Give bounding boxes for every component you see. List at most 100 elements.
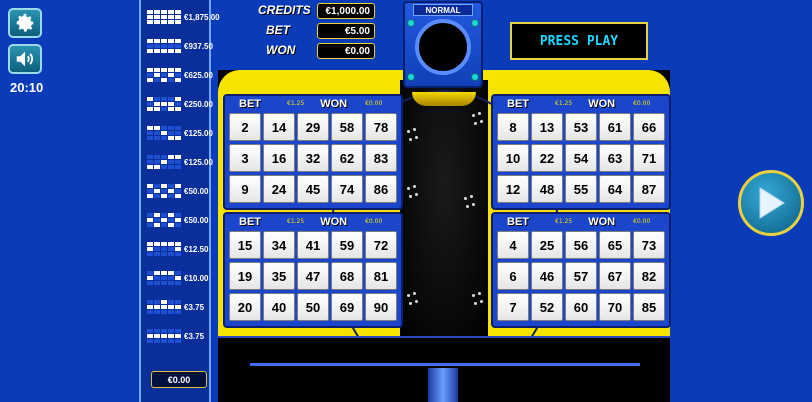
card-number-grid: 8 13 53 61 66 10 22 54 63 71 12 48 55 64 87 xyxy=(497,113,665,203)
peg-marks xyxy=(470,292,490,320)
peg-marks xyxy=(405,128,425,156)
credits-value: €1,000.00 xyxy=(317,3,375,19)
paytable-row: €3.75 xyxy=(147,328,211,344)
ball-window xyxy=(415,19,471,75)
pattern-grid xyxy=(147,242,181,256)
credits-label: CREDITS xyxy=(258,3,311,17)
paytable-total: €0.00 xyxy=(151,371,207,388)
card-header: BET €1.25 WON €0.00 xyxy=(225,96,401,111)
paytable-row: €10.00 xyxy=(147,270,211,286)
card-number-grid: 4 25 56 65 73 6 46 57 67 82 7 52 60 70 85 xyxy=(497,231,665,321)
card-number: 22 xyxy=(531,144,563,172)
bingo-card-2[interactable]: BET €1.25 WON €0.00 8 13 53 61 66 10 22 54 63 71 12 48 5… xyxy=(491,94,671,210)
bingo-card-4[interactable]: BET €1.25 WON €0.00 4 25 56 65 73 6 46 57 67 82 7 52 60 7… xyxy=(491,212,671,328)
card-number: 56 xyxy=(565,231,597,259)
bingo-card-1[interactable]: BET €1.25 WON €0.00 2 14 29 58 78 3 16 32 62 83 9 24 45 7… xyxy=(223,94,403,210)
pattern-grid xyxy=(147,10,181,24)
card-header: BET €1.25 WON €0.00 xyxy=(493,96,669,111)
card-number: 48 xyxy=(531,175,563,203)
card-bet-value: €1.25 xyxy=(555,100,573,107)
card-number: 69 xyxy=(331,293,363,321)
card-number: 13 xyxy=(531,113,563,141)
card-number: 59 xyxy=(331,231,363,259)
card-number: 71 xyxy=(633,144,665,172)
paytable-row: €12.50 xyxy=(147,241,211,257)
peg-marks xyxy=(462,195,482,223)
card-number: 45 xyxy=(297,175,329,203)
card-number: 10 xyxy=(497,144,529,172)
card-number: 90 xyxy=(365,293,397,321)
card-number: 14 xyxy=(263,113,295,141)
sound-button[interactable] xyxy=(8,44,42,74)
card-number: 72 xyxy=(365,231,397,259)
card-number: 2 xyxy=(229,113,261,141)
card-number: 25 xyxy=(531,231,563,259)
card-bet-label: BET xyxy=(239,97,261,110)
speaker-icon xyxy=(16,51,34,67)
card-number: 70 xyxy=(599,293,631,321)
payout-value: €50.00 xyxy=(184,186,209,196)
card-number: 52 xyxy=(531,293,563,321)
play-button[interactable] xyxy=(738,170,804,236)
pattern-grid xyxy=(147,300,181,314)
card-number: 57 xyxy=(565,262,597,290)
card-bet-value: €1.25 xyxy=(555,218,573,225)
press-play-message: PRESS PLAY xyxy=(510,22,648,60)
settings-button[interactable] xyxy=(8,8,42,38)
base-bar xyxy=(250,363,640,366)
paytable-row: €625.00 xyxy=(147,67,213,83)
bet-label: BET xyxy=(266,23,290,37)
card-number: 4 xyxy=(497,231,529,259)
paytable: €1,875.00 €937.50 €625.00 €250.00 €125.00 €12… xyxy=(139,0,220,402)
mode-label[interactable]: NORMAL xyxy=(413,4,473,16)
won-label: WON xyxy=(266,43,296,57)
card-number: 74 xyxy=(331,175,363,203)
card-bet-label: BET xyxy=(507,97,529,110)
hopper-light xyxy=(471,73,479,81)
card-number-grid: 15 34 41 59 72 19 35 47 68 81 20 40 50 69 90 xyxy=(229,231,397,321)
paytable-row: €50.00 xyxy=(147,183,211,199)
play-icon xyxy=(759,187,785,219)
card-number: 61 xyxy=(599,113,631,141)
card-number: 64 xyxy=(599,175,631,203)
card-number: 66 xyxy=(633,113,665,141)
card-number: 41 xyxy=(297,231,329,259)
pattern-grid xyxy=(147,271,181,285)
bingo-card-3[interactable]: BET €1.25 WON €0.00 15 34 41 59 72 19 35 47 68 81 20 40… xyxy=(223,212,403,328)
card-number: 83 xyxy=(365,144,397,172)
card-number: 86 xyxy=(365,175,397,203)
card-number: 87 xyxy=(633,175,665,203)
card-bet-value: €1.25 xyxy=(287,100,305,107)
card-number: 35 xyxy=(263,262,295,290)
card-number: 65 xyxy=(599,231,631,259)
card-won-label: WON xyxy=(588,215,616,228)
payout-value: €12.50 xyxy=(184,244,209,254)
payout-value: €125.00 xyxy=(184,157,213,167)
card-number: 46 xyxy=(531,262,563,290)
paytable-row: €1,875.00 xyxy=(147,9,220,25)
card-number: 58 xyxy=(331,113,363,141)
payout-value: €125.00 xyxy=(184,128,213,138)
payout-value: €50.00 xyxy=(184,215,209,225)
card-number: 82 xyxy=(633,262,665,290)
card-won-value: €0.00 xyxy=(365,100,383,107)
card-number: 3 xyxy=(229,144,261,172)
card-number: 19 xyxy=(229,262,261,290)
card-won-label: WON xyxy=(588,97,616,110)
ball-hopper: NORMAL xyxy=(403,1,483,88)
hopper-light xyxy=(471,19,479,27)
card-won-label: WON xyxy=(320,97,348,110)
card-won-value: €0.00 xyxy=(365,218,383,225)
paytable-row: €50.00 xyxy=(147,212,211,228)
card-number: 47 xyxy=(297,262,329,290)
card-number: 81 xyxy=(365,262,397,290)
pattern-grid xyxy=(147,213,181,227)
card-number: 55 xyxy=(565,175,597,203)
card-number: 54 xyxy=(565,144,597,172)
pattern-grid xyxy=(147,155,181,169)
card-number: 6 xyxy=(497,262,529,290)
peg-marks xyxy=(470,112,490,140)
peg-marks xyxy=(405,185,425,213)
card-number: 73 xyxy=(633,231,665,259)
card-number: 78 xyxy=(365,113,397,141)
